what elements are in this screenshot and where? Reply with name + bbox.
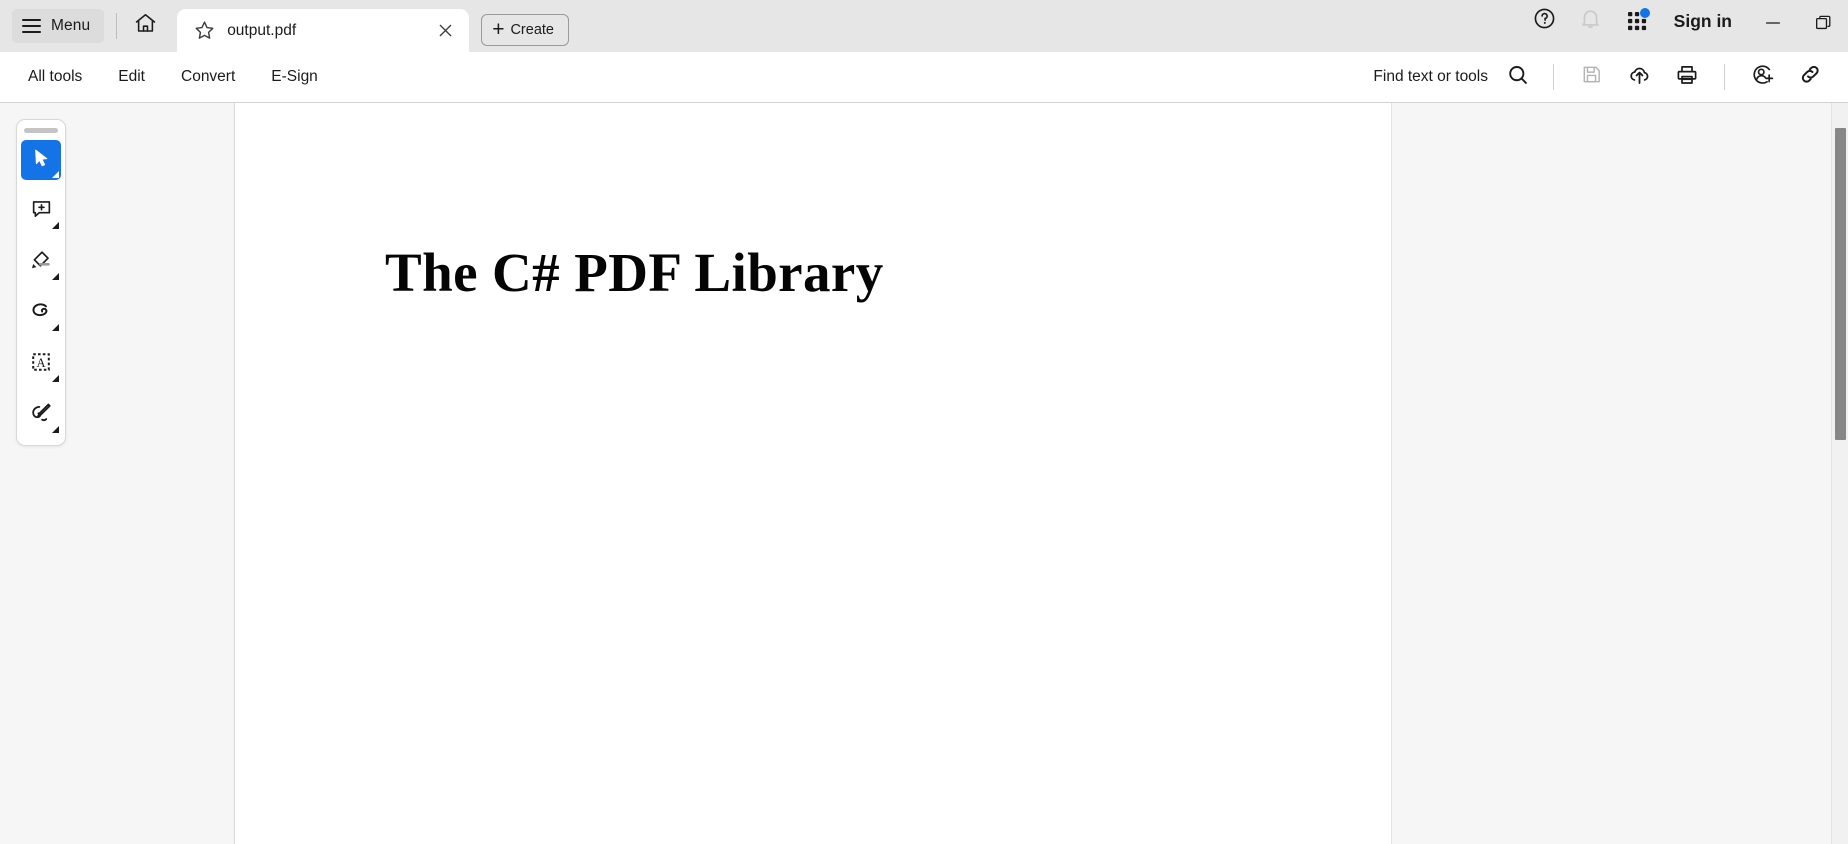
workspace: A The C# PDF Library xyxy=(0,103,1848,844)
comment-plus-icon xyxy=(30,197,53,225)
star-outline-icon[interactable] xyxy=(193,19,216,42)
search-button[interactable] xyxy=(1496,58,1540,96)
search-icon xyxy=(1506,63,1530,92)
svg-text:A: A xyxy=(36,356,45,370)
document-viewer[interactable]: The C# PDF Library xyxy=(235,103,1848,844)
upload-cloud-button[interactable] xyxy=(1615,57,1663,97)
pdf-reader-window: Menu output.pdf + Create Sign in All too… xyxy=(0,0,1848,844)
bell-icon xyxy=(1578,6,1603,36)
minimize-window-button[interactable] xyxy=(1748,4,1798,46)
tool-add-text[interactable]: A xyxy=(21,344,61,384)
copy-link-button[interactable] xyxy=(1786,57,1834,97)
app-grid-icon xyxy=(1625,8,1650,33)
highlighter-icon xyxy=(29,248,53,277)
notifications-button[interactable] xyxy=(1568,2,1614,40)
toolbar-tabs: All tools Edit Convert E-Sign xyxy=(0,61,332,93)
minimize-icon xyxy=(1762,12,1784,39)
tool-sign[interactable] xyxy=(21,395,61,435)
tool-highlight[interactable] xyxy=(21,242,61,282)
drag-handle[interactable] xyxy=(24,128,58,133)
document-tab-title: output.pdf xyxy=(227,21,297,39)
toolbar-right-cluster: Find text or tools xyxy=(1373,57,1834,97)
notification-dot xyxy=(1639,8,1650,18)
main-toolbar: All tools Edit Convert E-Sign Find text … xyxy=(0,52,1848,103)
toolbar-separator-1 xyxy=(1553,64,1554,90)
menu-button-label: Menu xyxy=(51,17,91,34)
print-button[interactable] xyxy=(1663,57,1711,97)
draw-freehand-icon xyxy=(29,298,54,328)
restore-window-icon xyxy=(1813,12,1834,38)
tab-all-tools[interactable]: All tools xyxy=(14,61,96,93)
printer-icon xyxy=(1675,63,1699,92)
tool-select[interactable] xyxy=(21,140,61,180)
tab-convert[interactable]: Convert xyxy=(167,61,249,93)
add-person-icon xyxy=(1750,62,1775,92)
save-button[interactable] xyxy=(1567,57,1615,97)
cursor-arrow-icon xyxy=(30,147,52,174)
help-button[interactable] xyxy=(1522,2,1568,40)
help-circle-icon xyxy=(1532,6,1557,36)
cloud-upload-icon xyxy=(1627,62,1652,92)
restore-window-button[interactable] xyxy=(1798,4,1848,46)
fountain-pen-icon xyxy=(29,400,54,430)
plus-icon: + xyxy=(492,17,505,41)
sign-in-button[interactable]: Sign in xyxy=(1660,11,1748,32)
link-icon xyxy=(1798,62,1823,92)
tool-add-comment[interactable] xyxy=(21,191,61,231)
create-button-label: Create xyxy=(510,22,554,38)
vertical-scroll-thumb[interactable] xyxy=(1835,128,1846,440)
document-tab[interactable]: output.pdf xyxy=(177,9,470,52)
page-gutter-right xyxy=(1392,103,1848,844)
chevron-corner-icon xyxy=(52,426,59,433)
find-text-or-tools-label[interactable]: Find text or tools xyxy=(1373,68,1488,86)
close-icon[interactable] xyxy=(431,17,459,45)
chevron-corner-icon xyxy=(52,375,59,382)
left-rail: A xyxy=(0,103,235,844)
vertical-scrollbar[interactable] xyxy=(1831,103,1848,844)
titlebar-right-cluster: Sign in xyxy=(1522,0,1848,52)
home-icon xyxy=(133,11,158,41)
create-button[interactable]: + Create xyxy=(481,14,569,46)
chevron-corner-icon xyxy=(52,273,59,280)
text-box-icon: A xyxy=(29,350,53,379)
tool-draw[interactable] xyxy=(21,293,61,333)
app-switcher-button[interactable] xyxy=(1614,2,1660,40)
home-button[interactable] xyxy=(125,8,165,44)
tab-edit[interactable]: Edit xyxy=(104,61,159,93)
chevron-corner-icon xyxy=(52,324,59,331)
tab-e-sign[interactable]: E-Sign xyxy=(257,61,332,93)
share-person-button[interactable] xyxy=(1738,57,1786,97)
title-bar: Menu output.pdf + Create Sign in xyxy=(0,0,1848,52)
document-heading: The C# PDF Library xyxy=(385,242,884,303)
titlebar-divider xyxy=(116,13,118,39)
chevron-corner-icon xyxy=(52,222,59,229)
quick-tools-strip: A xyxy=(16,119,66,446)
toolbar-separator-2 xyxy=(1724,64,1725,90)
hamburger-icon xyxy=(22,19,41,33)
chevron-corner-icon xyxy=(52,171,59,178)
pdf-page: The C# PDF Library xyxy=(235,103,1392,844)
menu-button[interactable]: Menu xyxy=(12,9,105,43)
floppy-save-icon xyxy=(1580,63,1603,91)
